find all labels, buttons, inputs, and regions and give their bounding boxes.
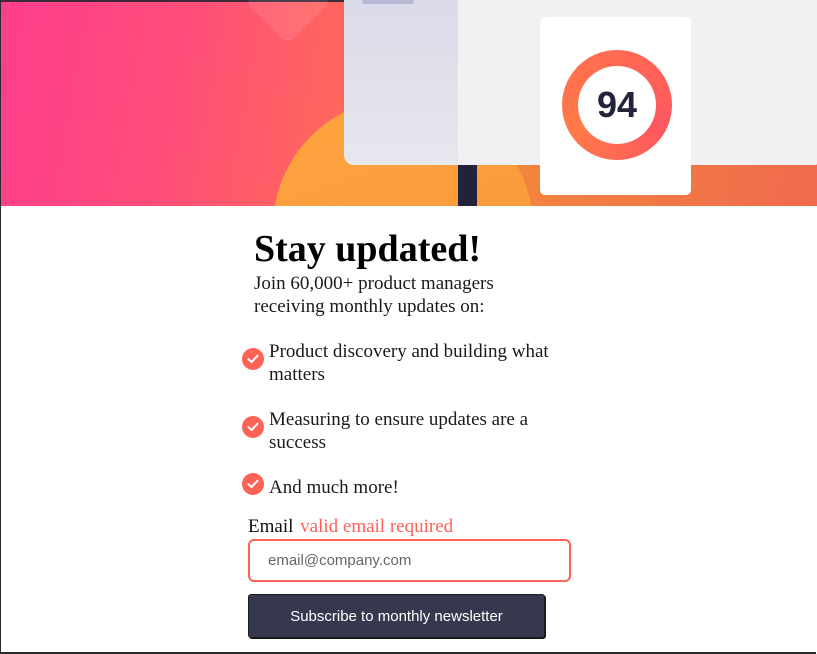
- score-ring-center: 94: [578, 66, 656, 144]
- feature-text: Measuring to ensure updates are a succes…: [269, 409, 529, 453]
- feature-text: Product discovery and building what matt…: [269, 341, 549, 385]
- email-label: Email: [248, 516, 294, 537]
- subscribe-button[interactable]: Subscribe to monthly newsletter: [248, 594, 545, 638]
- check-icon: [242, 348, 264, 370]
- hero-dashboard-tab: [362, 0, 414, 4]
- check-icon: [242, 416, 264, 438]
- email-error-message: valid email required: [300, 516, 454, 537]
- hero-illustration: 94: [1, 0, 817, 206]
- feature-text: And much more!: [269, 477, 399, 498]
- email-label-row: Email valid email required: [248, 515, 453, 538]
- score-card: 94: [540, 17, 691, 195]
- email-field[interactable]: [248, 539, 571, 582]
- hero-dashboard-sidebar: [344, 0, 458, 165]
- page-title: Stay updated!: [254, 228, 481, 270]
- score-value: 94: [596, 84, 638, 125]
- score-ring: 94: [562, 50, 672, 160]
- feature-item: Product discovery and building what matt…: [242, 340, 562, 386]
- feature-item: And much more!: [242, 468, 562, 499]
- intro-text: Join 60,000+ product managers receiving …: [254, 273, 494, 317]
- hero-decor-shape: [244, 0, 332, 45]
- feature-item: Measuring to ensure updates are a succes…: [242, 408, 562, 454]
- check-icon: [242, 473, 264, 495]
